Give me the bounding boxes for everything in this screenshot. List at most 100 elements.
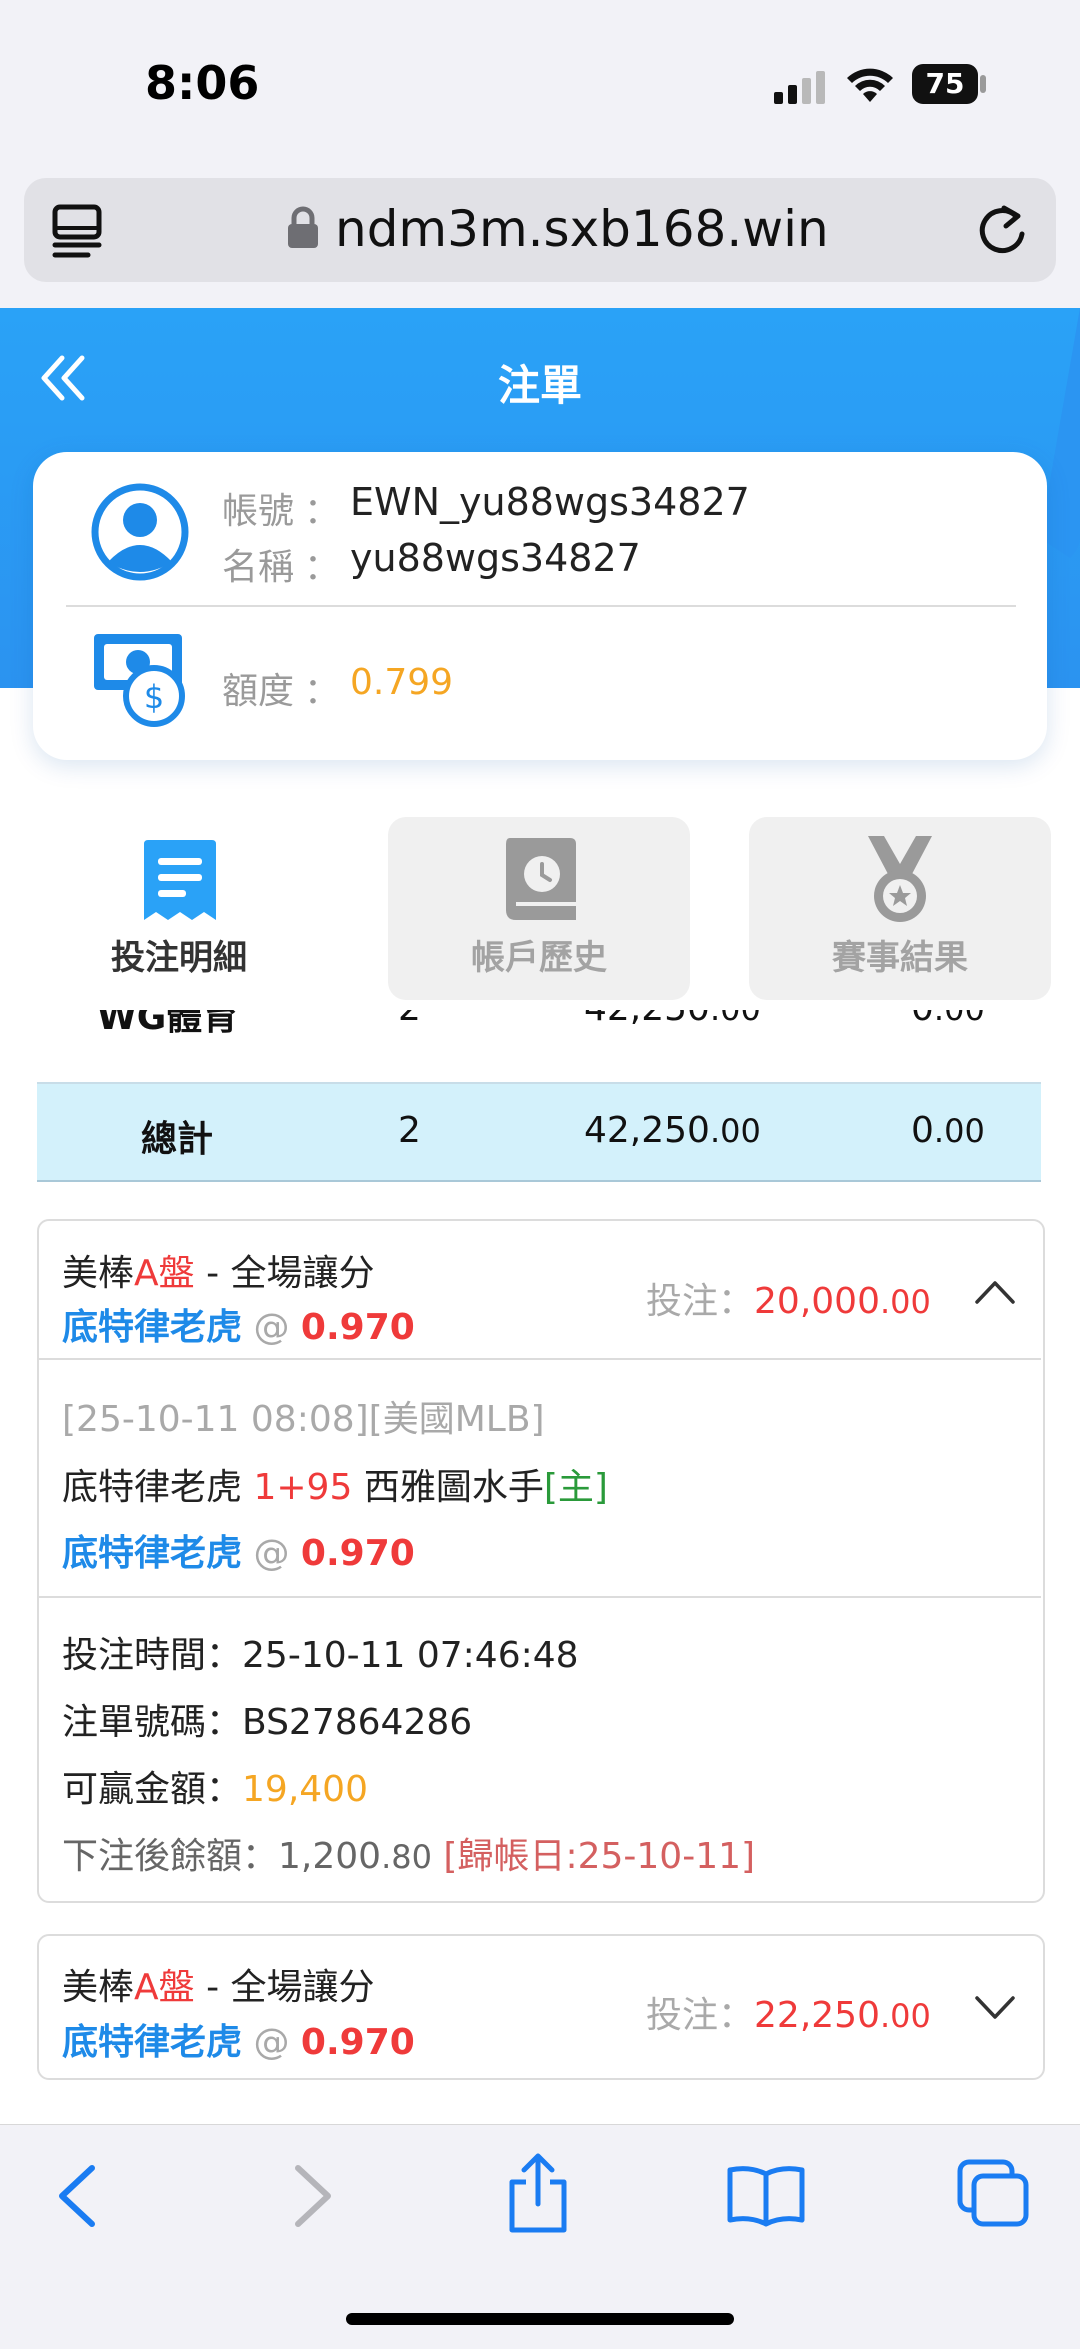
ticket-label: 注單號碼： xyxy=(62,1702,243,1743)
account-label: 帳號 xyxy=(222,491,295,532)
row-amount: 42,250 xyxy=(584,1010,710,1029)
reload-icon[interactable] xyxy=(976,202,1030,258)
bet-selection: 底特律老虎 @ 0.970 xyxy=(62,2013,415,2065)
table-row: WG體育 2 42,250.00 0.00 xyxy=(37,1010,1041,1080)
settle-date: [歸帳日:25-10-11] xyxy=(443,1836,756,1877)
lock-icon xyxy=(288,206,318,248)
win-row: 可贏金額：19,400 xyxy=(62,1760,368,1812)
chevron-left-icon[interactable] xyxy=(54,2164,100,2228)
bet-type: 美棒A盤 - 全場讓分 xyxy=(62,1958,375,2010)
bet-selection: 底特律老虎 @ 0.970 xyxy=(62,1298,415,1350)
bet-at: @ xyxy=(253,1307,290,1348)
total-amount: 42,250 xyxy=(584,1110,710,1151)
bet-team: 底特律老虎 xyxy=(62,1307,243,1348)
bet-stake-label: 投注： xyxy=(646,1995,755,2036)
total-result-decimal: .00 xyxy=(933,1112,985,1150)
bet-stake: 投注：22,250.00 xyxy=(646,1986,931,2038)
bet-stake-label: 投注： xyxy=(646,1281,755,1322)
money-icon: $ xyxy=(94,634,185,727)
match-info: [25-10-11 08:08][美國MLB] xyxy=(62,1399,545,1440)
tab-label-account-history: 帳戶歷史 xyxy=(471,938,607,978)
balance-amount: 1,200 xyxy=(278,1836,382,1877)
pick-odds: 0.970 xyxy=(300,1533,415,1574)
bet-team: 底特律老虎 xyxy=(62,2022,243,2063)
bet-stake: 投注：20,000.00 xyxy=(646,1272,931,1324)
handicap: 1+95 xyxy=(253,1467,353,1508)
pick-at: @ xyxy=(253,1533,290,1574)
bet-market: A盤 xyxy=(134,1967,195,2008)
balance-row: 下注後餘額：1,200.80 [歸帳日:25-10-11] xyxy=(62,1827,755,1879)
credit-label: 額度 xyxy=(222,671,295,712)
chevron-right-icon[interactable] xyxy=(290,2164,336,2228)
cellular-signal-icon xyxy=(774,71,825,104)
total-row: 總計 2 42,250.00 0.00 xyxy=(37,1082,1041,1182)
page-title: 注單 xyxy=(497,361,582,410)
share-icon[interactable] xyxy=(506,2152,570,2234)
document-icon xyxy=(144,840,216,920)
account-value: EWN_yu88wgs34827 xyxy=(350,480,750,524)
tabs-icon[interactable] xyxy=(956,2158,1032,2230)
bet-stake-amount: 20,000 xyxy=(754,1281,880,1322)
ticket-number: BS27864286 xyxy=(242,1702,473,1743)
total-count: 2 xyxy=(398,1110,421,1151)
win-label: 可贏金額： xyxy=(62,1769,243,1810)
status-time: 8:06 xyxy=(145,56,260,110)
home-indicator[interactable] xyxy=(346,2313,734,2325)
bet-stake-decimal: .00 xyxy=(879,1283,931,1321)
row-result: 0 xyxy=(911,1010,934,1029)
bet-sport: 美棒 xyxy=(62,1253,135,1294)
account-colon: ： xyxy=(304,491,341,532)
row-amount-decimal: .00 xyxy=(710,1010,761,1028)
chevron-down-icon[interactable] xyxy=(974,1994,1016,2022)
bet-time: 25-10-11 07:46:48 xyxy=(242,1635,579,1676)
clock-book-icon xyxy=(506,838,576,920)
credit-colon: ： xyxy=(304,671,341,712)
battery-tip xyxy=(980,75,986,93)
row-result-decimal: .00 xyxy=(934,1010,985,1028)
credit-value: 0.799 xyxy=(350,662,454,703)
bet-sport: 美棒 xyxy=(62,1967,135,2008)
bet-type-suffix: - 全場讓分 xyxy=(194,1967,375,2008)
bet-card-divider xyxy=(39,1358,1041,1360)
bet-odds: 0.970 xyxy=(300,2022,415,2063)
medal-icon xyxy=(868,836,932,922)
home-marker: [主] xyxy=(543,1467,608,1508)
total-name: 總計 xyxy=(141,1119,214,1160)
bet-time-row: 投注時間：25-10-11 07:46:48 xyxy=(62,1626,579,1678)
pick-team: 底特律老虎 xyxy=(62,1533,243,1574)
sidebar-icon[interactable] xyxy=(52,204,102,258)
bet-stake-decimal: .00 xyxy=(879,1997,931,2035)
balance-decimal: .80 xyxy=(381,1838,432,1876)
bet-type-suffix: - 全場讓分 xyxy=(194,1253,375,1294)
bet-time-label: 投注時間： xyxy=(62,1635,243,1676)
bet-type: 美棒A盤 - 全場讓分 xyxy=(62,1244,375,1296)
bet-at: @ xyxy=(253,2022,290,2063)
tab-label-match-results: 賽事結果 xyxy=(832,938,968,978)
row-name: WG體育 xyxy=(97,1010,239,1038)
ticket-row: 注單號碼：BS27864286 xyxy=(62,1693,472,1745)
name-value: yu88wgs34827 xyxy=(350,536,641,580)
wifi-icon xyxy=(847,68,893,102)
book-icon[interactable] xyxy=(726,2164,806,2228)
win-amount: 19,400 xyxy=(242,1769,368,1810)
bet-market: A盤 xyxy=(134,1253,195,1294)
match-teams: 底特律老虎 1+95 西雅圖水手[主] xyxy=(62,1458,608,1510)
user-avatar-icon xyxy=(91,483,189,581)
bet-stake-amount: 22,250 xyxy=(754,1995,880,2036)
tab-label-bet-details: 投注明細 xyxy=(111,938,247,978)
bet-odds: 0.970 xyxy=(300,1307,415,1348)
total-result: 0 xyxy=(911,1110,934,1151)
bet-pick: 底特律老虎 @ 0.970 xyxy=(62,1524,415,1576)
chevron-up-icon[interactable] xyxy=(974,1278,1016,1306)
card-divider xyxy=(66,605,1016,607)
name-label: 名稱 xyxy=(222,547,295,588)
battery-level: 75 xyxy=(925,67,965,100)
bet-card-divider xyxy=(39,1596,1041,1598)
name-colon: ： xyxy=(304,547,341,588)
away-team: 西雅圖水手 xyxy=(363,1467,544,1508)
url-text[interactable]: ndm3m.sxb168.win xyxy=(335,200,829,258)
row-count: 2 xyxy=(398,1010,421,1029)
svg-text:$: $ xyxy=(144,678,164,716)
home-team: 底特律老虎 xyxy=(62,1467,243,1508)
balance-label: 下注後餘額： xyxy=(62,1836,279,1877)
